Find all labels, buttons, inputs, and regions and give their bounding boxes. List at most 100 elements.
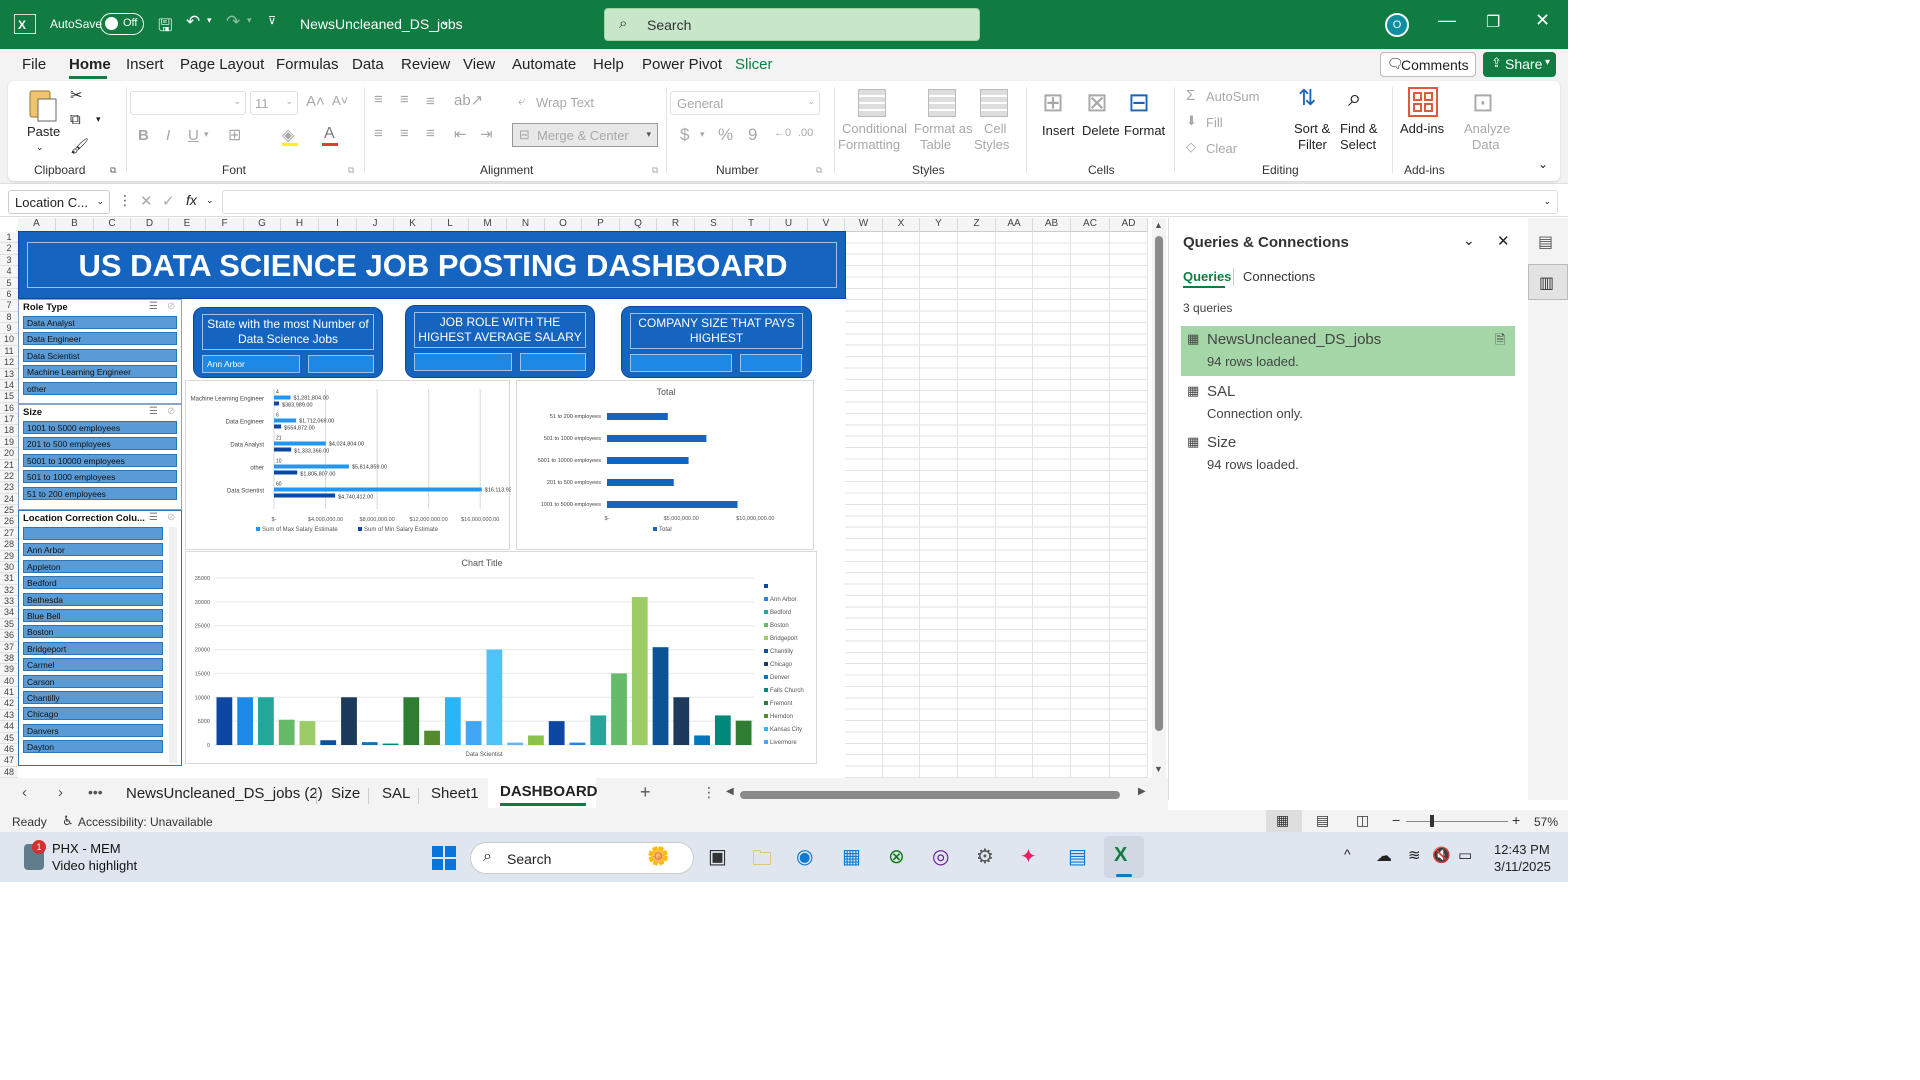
number-launcher-icon[interactable]: ⧉ (816, 165, 822, 176)
row-header[interactable]: 13 (0, 368, 18, 380)
slicer-item[interactable]: 51 to 200 employees (23, 486, 177, 500)
sheet-tab-newsuncleaned[interactable]: NewsUncleaned_DS_jobs (2) (126, 785, 323, 802)
tab-page-layout[interactable]: Page Layout (180, 56, 264, 73)
increase-indent-icon[interactable]: ⇥ (480, 125, 493, 143)
query-peek-icon[interactable]: 🗎 (1495, 331, 1505, 353)
app-purple-icon[interactable]: ◎ (932, 844, 949, 869)
borders-icon[interactable]: ⊞ (228, 125, 241, 145)
column-header[interactable]: G (244, 218, 281, 232)
column-header[interactable]: D (131, 218, 169, 232)
more-icon[interactable]: ⋮ (118, 192, 132, 209)
orientation-icon[interactable]: ab↗ (454, 91, 483, 109)
zoom-out-icon[interactable]: − (1392, 812, 1400, 828)
align-bottom-icon[interactable]: ≡ (426, 93, 435, 110)
row-header[interactable]: 23 (0, 482, 18, 494)
slicer-item[interactable]: Ann Arbor (23, 543, 163, 557)
taskbar-app-subtitle[interactable]: Video highlight (52, 858, 137, 873)
tab-home[interactable]: Home (69, 56, 111, 73)
slicer-item[interactable]: Data Scientist (23, 348, 177, 362)
row-header[interactable]: 8 (0, 311, 18, 323)
row-header[interactable]: 27 (0, 527, 18, 540)
clear-icon[interactable]: ◇ (1186, 139, 1196, 155)
currency-button[interactable]: $ (680, 125, 689, 145)
column-header[interactable]: AD (1110, 218, 1148, 232)
row-header[interactable]: 30 (0, 561, 18, 574)
copilot-icon[interactable]: ✦ (1020, 844, 1037, 869)
clear-button[interactable]: Clear (1206, 141, 1237, 156)
zoom-slider-thumb[interactable] (1430, 815, 1434, 827)
delete-cells-button[interactable]: Delete (1082, 123, 1120, 138)
decrease-decimal-icon[interactable]: .00 (798, 127, 813, 139)
fill-icon[interactable]: ⬇ (1186, 113, 1197, 129)
row-header[interactable]: 15 (0, 391, 18, 403)
row-header[interactable]: 41 (0, 687, 18, 699)
accessibility-status[interactable]: Accessibility: Unavailable (78, 815, 213, 829)
multi-select-icon[interactable]: ☰ (149, 301, 158, 312)
insert-function-button[interactable]: fx (186, 192, 197, 208)
autosum-icon[interactable]: Σ (1186, 87, 1195, 104)
sort-filter-label[interactable]: Sort & (1294, 121, 1330, 136)
column-header[interactable]: O (545, 218, 582, 232)
sheet-tab-size[interactable]: Size (331, 785, 360, 802)
column-header[interactable]: S (695, 218, 733, 232)
filename-chevron-icon[interactable]: ⌄ (440, 14, 450, 28)
clipboard-launcher-icon[interactable]: ⧉ (110, 165, 116, 176)
row-header[interactable]: 21 (0, 459, 18, 471)
row-header[interactable]: 24 (0, 493, 18, 505)
column-header[interactable]: A (18, 218, 56, 232)
slicer-item[interactable]: Data Engineer (23, 332, 177, 346)
multi-select-icon[interactable]: ☰ (149, 406, 158, 417)
paste-label[interactable]: Paste (27, 124, 60, 139)
format-as-table-label-2[interactable]: Table (920, 137, 951, 152)
column-header[interactable]: B (56, 218, 94, 232)
close-pane-icon[interactable]: ✕ (1497, 232, 1510, 250)
clear-filter-icon[interactable]: ⊘ (167, 406, 175, 417)
redo-dropdown-icon[interactable]: ▾ (247, 15, 252, 26)
slicer-item[interactable] (23, 527, 163, 540)
file-name[interactable]: NewsUncleaned_DS_jobs (300, 16, 463, 32)
column-header[interactable]: Q (620, 218, 657, 232)
row-header[interactable]: 14 (0, 379, 18, 392)
row-header[interactable]: 46 (0, 743, 18, 756)
row-header[interactable]: 31 (0, 573, 18, 585)
row-header[interactable]: 40 (0, 675, 18, 687)
increase-decimal-icon[interactable]: ←0 (774, 127, 791, 139)
align-center-icon[interactable]: ≡ (400, 125, 409, 142)
volume-icon[interactable]: 🔇 (1432, 846, 1451, 864)
edge-browser-icon[interactable]: ◉ (796, 844, 813, 869)
insert-cells-icon[interactable]: ⊞ (1042, 87, 1064, 118)
column-header[interactable]: Z (958, 218, 996, 232)
conditional-formatting-label[interactable]: Conditional (842, 121, 907, 136)
vertical-scroll-thumb[interactable] (1155, 236, 1163, 731)
queries-pane-toggle[interactable]: ▥ (1528, 264, 1568, 300)
row-header[interactable]: 29 (0, 550, 18, 562)
row-header[interactable]: 28 (0, 539, 18, 551)
redo-icon[interactable]: ↷ (226, 12, 240, 32)
undo-dropdown-icon[interactable]: ▾ (207, 15, 212, 26)
account-avatar[interactable]: O (1385, 13, 1409, 37)
page-break-view-icon[interactable]: ◫ (1356, 812, 1369, 829)
decrease-font-icon[interactable]: A˅ (332, 93, 348, 108)
comma-button[interactable]: 9 (748, 125, 757, 145)
font-size-select[interactable]: 11 ⌄ (250, 91, 298, 115)
slicer-item[interactable]: Appleton (23, 559, 163, 573)
row-header[interactable]: 47 (0, 755, 18, 767)
page-layout-view-icon[interactable]: ▤ (1316, 812, 1329, 829)
row-header[interactable]: 43 (0, 709, 18, 722)
column-header[interactable]: R (657, 218, 695, 232)
slicer-item[interactable]: 501 to 1000 employees (23, 470, 177, 484)
column-header[interactable]: C (94, 218, 131, 232)
sheet-tab-dashboard[interactable]: DASHBOARD (488, 778, 598, 808)
row-header[interactable]: 48 (0, 766, 18, 778)
slicer-item[interactable]: Bedford (23, 576, 163, 590)
bold-button[interactable]: B (138, 127, 149, 144)
analyze-data-icon[interactable]: ⊡ (1472, 87, 1494, 118)
zoom-slider[interactable] (1406, 821, 1508, 822)
scroll-down-icon[interactable]: ▼ (1154, 764, 1163, 774)
column-header[interactable]: V (808, 218, 845, 232)
merge-center-button[interactable]: ⊟ Merge & Center ▾ (512, 123, 658, 147)
zoom-in-icon[interactable]: + (1512, 812, 1520, 828)
tab-view[interactable]: View (463, 56, 495, 73)
slicer-item[interactable]: Data Analyst (23, 316, 177, 329)
tab-help[interactable]: Help (593, 56, 624, 73)
